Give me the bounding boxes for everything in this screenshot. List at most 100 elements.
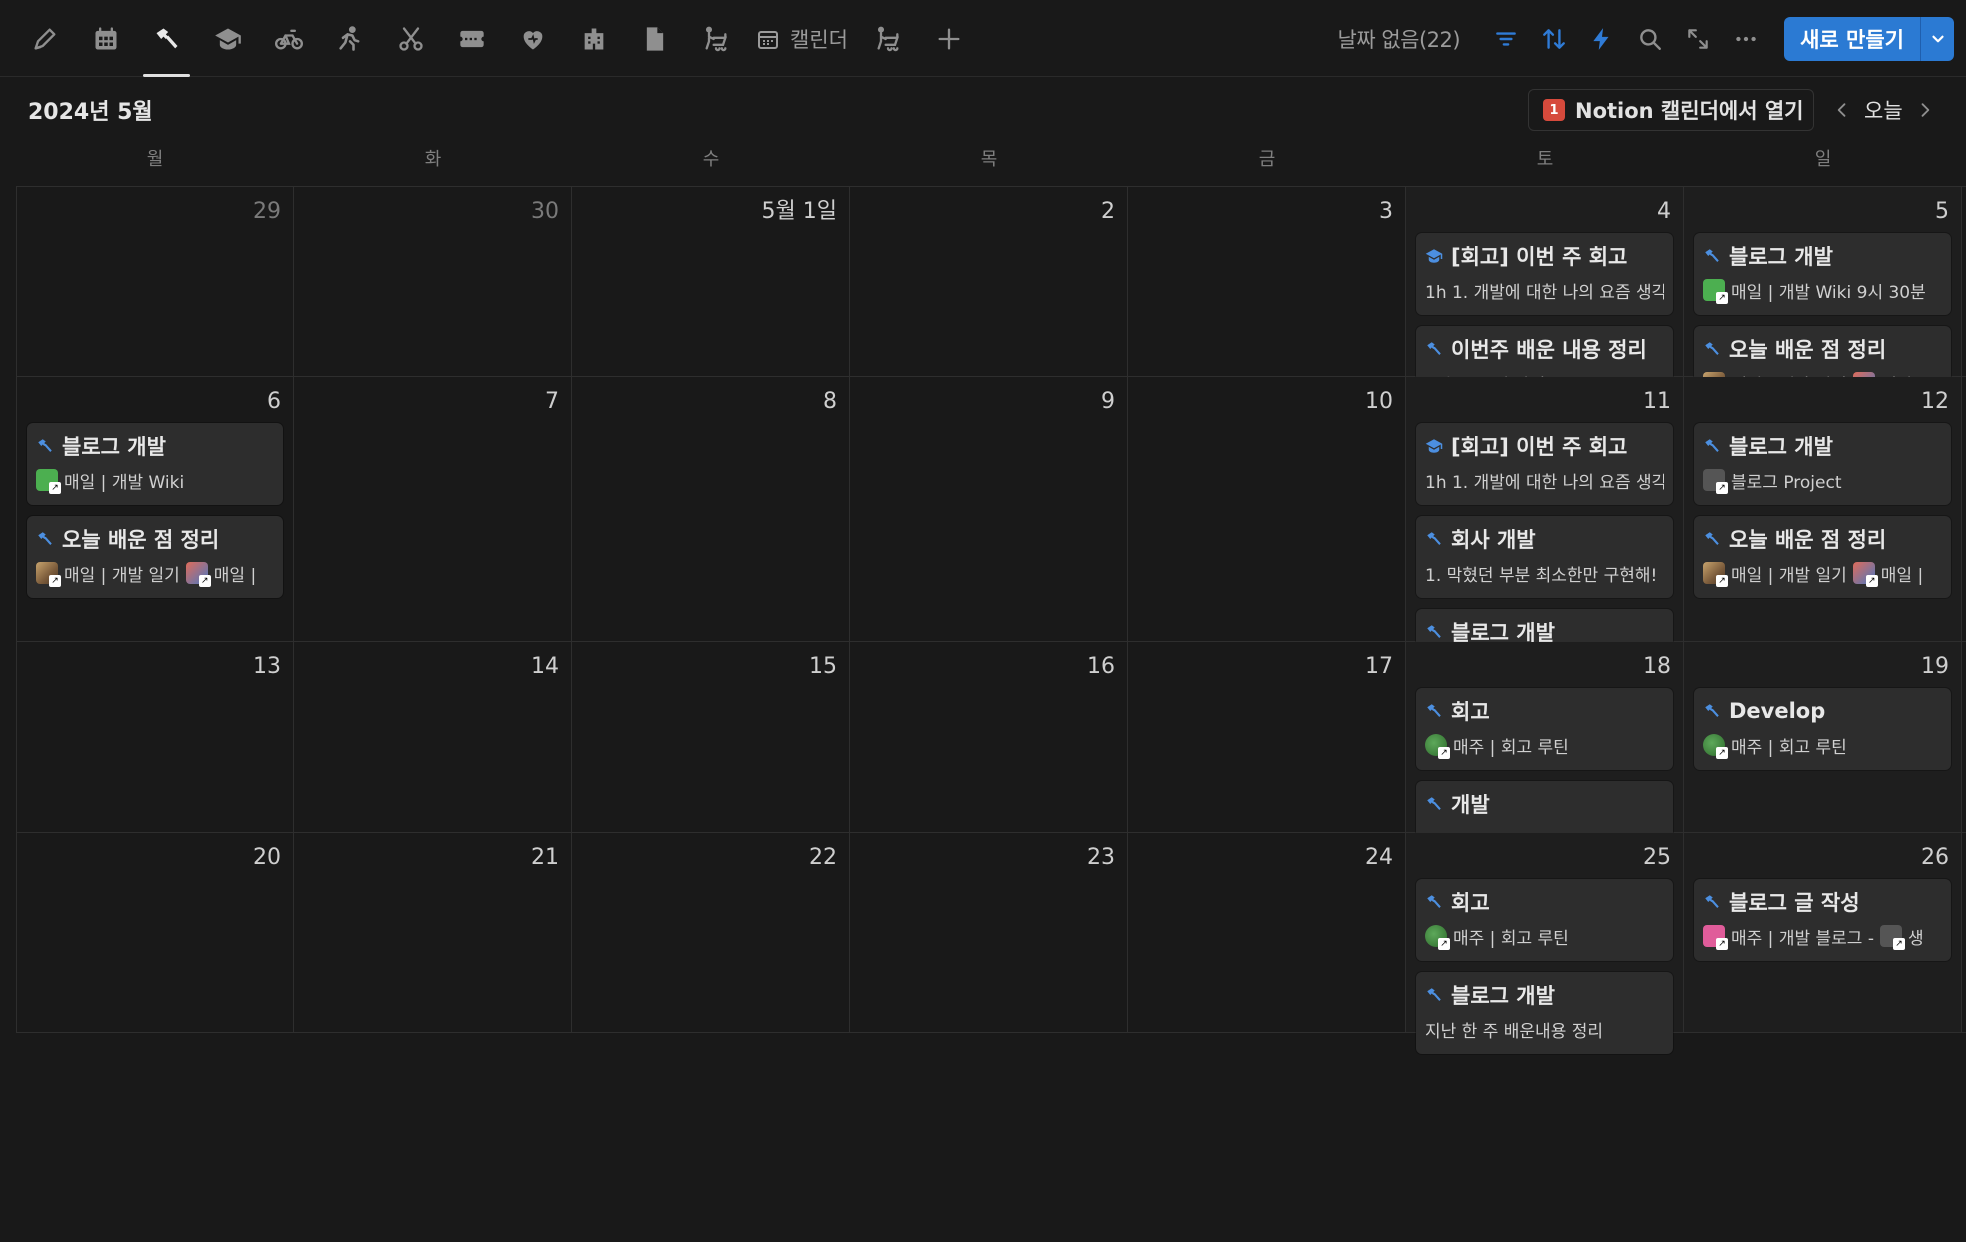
tab-calendar-grid[interactable] — [75, 0, 136, 77]
event-property: 매일 | 개발 일기 — [64, 565, 180, 586]
running-person-icon — [338, 25, 359, 51]
event-properties: 매주 | 개발 블로그 - 생 — [1703, 919, 1942, 953]
tab-building[interactable] — [563, 0, 624, 77]
calendar-day-cell[interactable]: 16 — [850, 642, 1128, 832]
calendar-day-cell[interactable]: 5월 1일 — [572, 187, 850, 376]
tab-graduation-cap[interactable] — [197, 0, 258, 77]
sort-icon[interactable] — [1530, 15, 1578, 63]
tab-heart[interactable] — [502, 0, 563, 77]
event-property: 1h 1. 개발에 대한 나의 요즘 생각 — [1425, 282, 1664, 303]
event-card[interactable]: 블로그 개발지난 한 주 배운내용 정리 — [1416, 972, 1673, 1054]
calendar-day-cell[interactable]: 12블로그 개발블로그 Project오늘 배운 점 정리매일 | 개발 일기매… — [1684, 377, 1962, 641]
calendar-day-cell[interactable]: 10 — [1128, 377, 1406, 641]
tab-document[interactable] — [624, 0, 685, 77]
lightning-icon[interactable] — [1578, 15, 1626, 63]
calendar-day-cell[interactable]: 6블로그 개발매일 | 개발 Wiki오늘 배운 점 정리매일 | 개발 일기매… — [16, 377, 294, 641]
event-card[interactable]: [회고] 이번 주 회고 1h 1. 개발에 대한 나의 요즘 생각 — [1416, 423, 1673, 505]
event-card[interactable]: 오늘 배운 점 정리매일 | 개발 일기 매일 | — [1694, 516, 1951, 598]
day-number: 3 — [1379, 199, 1393, 224]
add-view-button[interactable] — [919, 0, 980, 77]
calendar-day-cell[interactable]: 17 — [1128, 642, 1406, 832]
event-property: 매일 | — [1880, 565, 1924, 586]
event-title-row: 블로그 개발 — [1703, 429, 1942, 463]
calendar-day-cell[interactable]: 29 — [16, 187, 294, 376]
calendar-day-cell[interactable]: 30 — [294, 187, 572, 376]
tab-stroller-2[interactable] — [858, 0, 919, 77]
event-property: 매일 | 개발 Wiki — [64, 472, 185, 493]
day-number: 24 — [1365, 845, 1393, 870]
weekday-label: 금 — [1258, 149, 1276, 170]
tab-stroller[interactable] — [685, 0, 746, 77]
tab-hammer[interactable] — [136, 0, 197, 77]
event-card[interactable]: 회사 개발 1. 막혔던 부분 최소한만 구현해! — [1416, 516, 1673, 598]
event-card[interactable]: Develop 매주 | 회고 루틴 — [1694, 688, 1951, 770]
calendar-day-cell[interactable]: 3 — [1128, 187, 1406, 376]
new-dropdown-button[interactable] — [1920, 16, 1954, 61]
calendar-day-cell[interactable]: 21 — [294, 833, 572, 1032]
calendar-day-cell[interactable]: 7 — [294, 377, 572, 641]
event-title: 블로그 개발 — [62, 435, 166, 459]
calendar-day-cell[interactable]: 14 — [294, 642, 572, 832]
calendar-day-cell[interactable]: 5 블로그 개발매일 | 개발 Wiki 9시 30분오늘 배운 점 정리 매일 |… — [1684, 187, 1962, 408]
event-card[interactable]: 회고매주 | 회고 루틴 — [1416, 688, 1673, 770]
weekday-label: 토 — [1536, 149, 1554, 170]
event-card[interactable]: 블로그 글 작성매주 | 개발 블로그 - 생 — [1694, 879, 1951, 961]
hammer-icon — [1705, 532, 1719, 545]
chevron-left-icon[interactable] — [1832, 100, 1852, 120]
calendar-day-cell[interactable]: 23 — [850, 833, 1128, 1032]
event-card[interactable]: 회고매주 | 회고 루틴 — [1416, 879, 1673, 961]
toolbar-actions: 날짜 없음(22) 새로 만들기 — [1338, 0, 1966, 77]
day-number: 21 — [531, 845, 559, 870]
calendar-day-cell[interactable]: 19 Develop 매주 | 회고 루틴 — [1684, 642, 1962, 832]
no-date-filter[interactable]: 날짜 없음(22) — [1338, 24, 1461, 54]
calendar-day-cell[interactable]: 13 — [16, 642, 294, 832]
event-card[interactable]: 오늘 배운 점 정리매일 | 개발 일기 매일 | — [27, 516, 283, 598]
event-title-row: 오늘 배운 점 정리 — [1703, 522, 1942, 556]
today-button[interactable]: 오늘 — [1864, 95, 1903, 125]
tab-ticket[interactable] — [441, 0, 502, 77]
event-title: 오늘 배운 점 정리 — [62, 528, 220, 552]
new-button[interactable]: 새로 만들기 — [1784, 17, 1920, 61]
graduation-cap-icon — [1425, 439, 1443, 453]
day-number: 29 — [253, 199, 281, 224]
calendar-day-cell[interactable]: 22 — [572, 833, 850, 1032]
event-card[interactable]: 블로그 개발매일 | 개발 Wiki 9시 30분 — [1694, 233, 1951, 315]
calendar-day-cell[interactable]: 18 회고매주 | 회고 루틴개발 — [1406, 642, 1684, 863]
day-number: 9 — [1101, 389, 1115, 414]
calendar-day-cell[interactable]: 20 — [16, 833, 294, 1032]
more-icon[interactable] — [1722, 15, 1770, 63]
search-icon[interactable] — [1626, 15, 1674, 63]
day-number: 19 — [1921, 654, 1949, 679]
event-card[interactable]: 블로그 개발블로그 Project — [1694, 423, 1951, 505]
event-title-row: 이번주 배운 내용 정리 — [1425, 332, 1664, 366]
tab-bicycle[interactable] — [258, 0, 319, 77]
event-property: 지난 한 주 배운내용 정리 — [1425, 1021, 1604, 1042]
calendar-day-cell[interactable]: 26 블로그 글 작성매주 | 개발 블로그 - 생 — [1684, 833, 1962, 1032]
calendar-day-cell[interactable]: 9 — [850, 377, 1128, 641]
event-property: 매일 | — [213, 565, 257, 586]
day-number: 14 — [531, 654, 559, 679]
calendar-day-cell[interactable]: 15 — [572, 642, 850, 832]
tab-pencil[interactable] — [14, 0, 75, 77]
event-title-row: 블로그 개발 — [1425, 978, 1664, 1012]
calendar-day-cell[interactable]: 2 — [850, 187, 1128, 376]
graduation-cap-icon — [214, 28, 241, 49]
tab-calendar[interactable]: 캘린더 — [746, 0, 858, 77]
tab-scissors[interactable] — [380, 0, 441, 77]
event-card[interactable]: [회고] 이번 주 회고 1h 1. 개발에 대한 나의 요즘 생각 — [1416, 233, 1673, 315]
hammer-icon — [38, 439, 52, 452]
day-number: 13 — [253, 654, 281, 679]
month-navigation: 오늘 — [1832, 89, 1935, 131]
calendar-day-cell[interactable]: 11 [회고] 이번 주 회고 1h 1. 개발에 대한 나의 요즘 생각 회사 개발… — [1406, 377, 1684, 691]
event-title-row: 오늘 배운 점 정리 — [36, 522, 274, 556]
chevron-right-icon[interactable] — [1915, 100, 1935, 120]
event-card[interactable]: 블로그 개발매일 | 개발 Wiki — [27, 423, 283, 505]
calendar-day-cell[interactable]: 25 회고매주 | 회고 루틴블로그 개발지난 한 주 배운내용 정리 — [1406, 833, 1684, 1054]
open-in-notion-calendar-button[interactable]: 1 Notion 캘린더에서 열기 — [1528, 89, 1814, 131]
calendar-day-cell[interactable]: 4 [회고] 이번 주 회고 1h 1. 개발에 대한 나의 요즘 생각 이번주 배운… — [1406, 187, 1684, 408]
expand-icon[interactable] — [1674, 15, 1722, 63]
filter-icon[interactable] — [1482, 15, 1530, 63]
calendar-day-cell[interactable]: 24 — [1128, 833, 1406, 1032]
calendar-day-cell[interactable]: 8 — [572, 377, 850, 641]
tab-running-person[interactable] — [319, 0, 380, 77]
